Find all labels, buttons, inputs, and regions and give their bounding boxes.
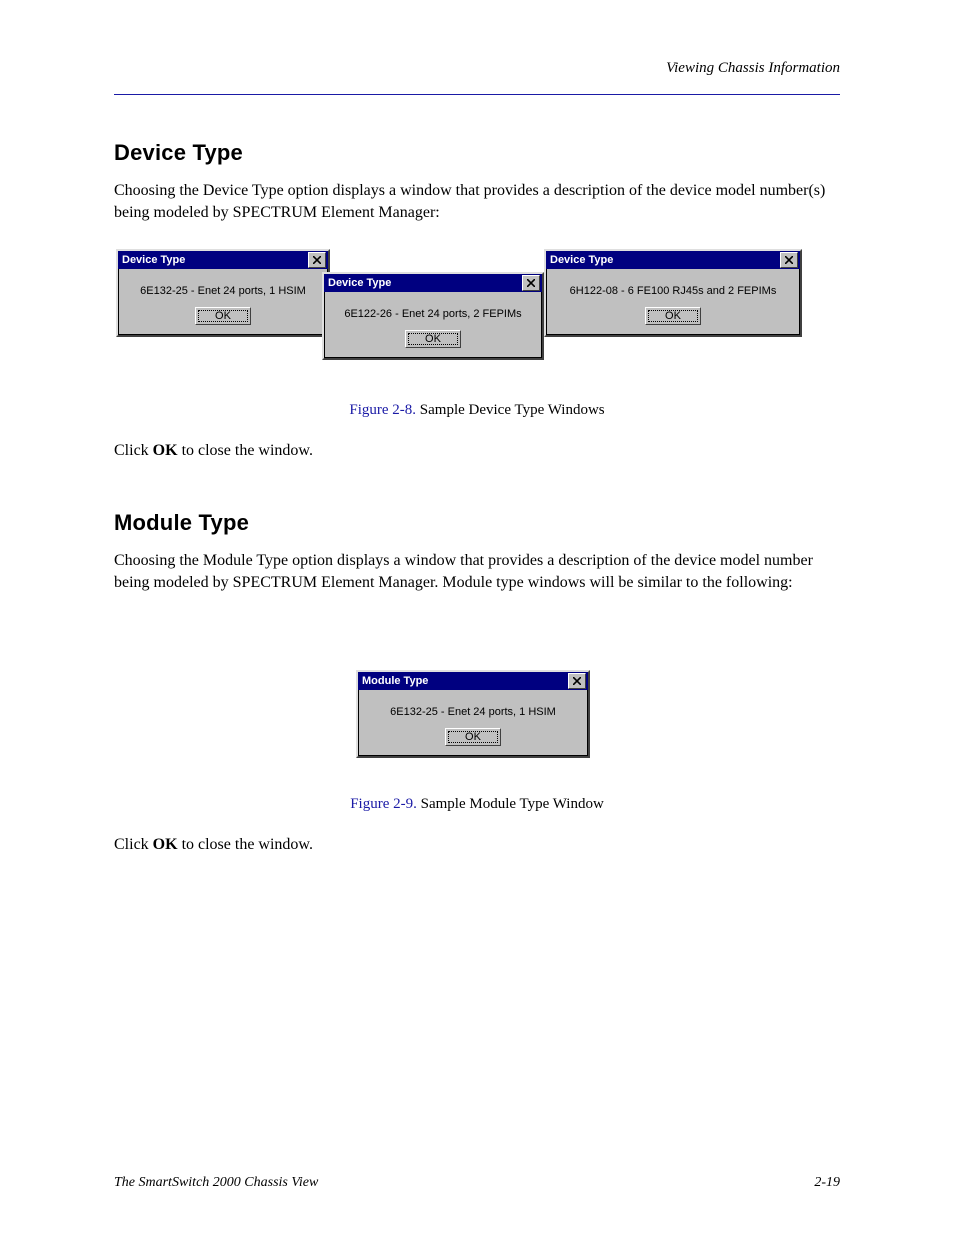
figure-caption-text: Sample Module Type Window — [417, 796, 604, 812]
section-title-device-type: Device Type — [114, 140, 243, 166]
footer-right: 2-19 — [814, 1175, 840, 1191]
section-lead-module-type: Choosing the Module Type option displays… — [114, 550, 840, 593]
dialog-message: 6E132-25 - Enet 24 ports, 1 HSIM — [126, 285, 320, 297]
figure-caption-text: Sample Device Type Windows — [416, 402, 605, 418]
dialog-message: 6E132-25 - Enet 24 ports, 1 HSIM — [366, 706, 580, 718]
dialog-title: Device Type — [122, 254, 185, 266]
dialog-title: Device Type — [550, 254, 613, 266]
close-button[interactable] — [522, 275, 540, 291]
dialog-message: 6H122-08 - 6 FE100 RJ45s and 2 FEPIMs — [554, 285, 792, 297]
figure-caption-2-8: Figure 2-8. Sample Device Type Windows — [114, 402, 840, 419]
ok-button[interactable]: OK — [405, 330, 461, 348]
close-button[interactable] — [780, 252, 798, 268]
close-button[interactable] — [568, 673, 586, 689]
section-title-module-type: Module Type — [114, 510, 249, 536]
running-header: Viewing Chassis Information — [666, 60, 840, 77]
section-lead-device-type: Choosing the Device Type option displays… — [114, 180, 840, 223]
close-icon — [313, 256, 321, 264]
dialog-message: 6E122-26 - Enet 24 ports, 2 FEPIMs — [332, 308, 534, 320]
dialog-title: Module Type — [362, 675, 428, 687]
dialog-titlebar: Device Type — [324, 274, 542, 292]
ok-button[interactable]: OK — [445, 728, 501, 746]
header-rule — [114, 94, 840, 95]
ok-button[interactable]: OK — [645, 307, 701, 325]
dialog-module-type: Module Type 6E132-25 - Enet 24 ports, 1 … — [356, 670, 590, 758]
dialog-titlebar: Module Type — [358, 672, 588, 690]
module-type-close-text: Click OK to close the window. — [114, 834, 840, 856]
dialog-titlebar: Device Type — [118, 251, 328, 269]
device-type-close-text: Click OK to close the window. — [114, 440, 840, 462]
figure-number-link[interactable]: Figure 2-8. — [349, 402, 416, 418]
dialog-device-type-2: Device Type 6E122-26 - Enet 24 ports, 2 … — [322, 272, 544, 360]
figure-number-link[interactable]: Figure 2-9. — [350, 796, 417, 812]
dialog-device-type-1: Device Type 6E132-25 - Enet 24 ports, 1 … — [116, 249, 330, 337]
dialog-titlebar: Device Type — [546, 251, 800, 269]
footer-left: The SmartSwitch 2000 Chassis View — [114, 1175, 318, 1191]
close-button[interactable] — [308, 252, 326, 268]
close-icon — [785, 256, 793, 264]
figure-caption-2-9: Figure 2-9. Sample Module Type Window — [114, 796, 840, 813]
close-icon — [573, 677, 581, 685]
close-icon — [527, 279, 535, 287]
dialog-device-type-3: Device Type 6H122-08 - 6 FE100 RJ45s and… — [544, 249, 802, 337]
dialog-title: Device Type — [328, 277, 391, 289]
ok-button[interactable]: OK — [195, 307, 251, 325]
